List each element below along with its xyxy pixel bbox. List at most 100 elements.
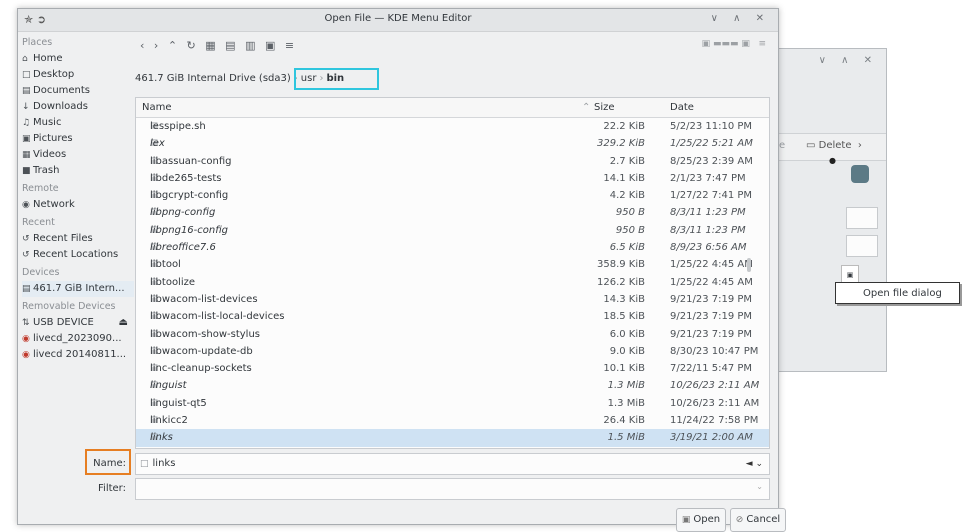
title-bar: ✯ ➲ Open File — KDE Menu Editor ∨ ∧ ✕ xyxy=(18,9,778,32)
compact-view-icon[interactable]: ▤ xyxy=(225,39,235,52)
file-size: 1.3 MiB xyxy=(607,380,645,392)
filter-dropdown-icon[interactable]: ⌄ xyxy=(756,482,763,491)
file-name-text: libgcrypt-config xyxy=(150,190,229,202)
file-icon: □ xyxy=(140,459,149,469)
place-downloads[interactable]: ↓ Downloads xyxy=(22,99,134,115)
recent-header: Recent xyxy=(22,217,55,228)
file-row[interactable]: ▤ linkicc2 26.4 KiB 11/24/22 7:58 PM xyxy=(136,412,769,429)
trash-icon: ■ xyxy=(22,166,31,176)
file-size: 18.5 KiB xyxy=(603,311,645,323)
forward-icon[interactable]: › xyxy=(154,39,158,52)
disc-icon: ◉ xyxy=(22,334,30,344)
file-row[interactable]: ▤ links 1.5 MiB 3/19/21 2:00 AM xyxy=(136,429,769,447)
file-date: 5/2/23 11:10 PM xyxy=(670,121,753,132)
file-list[interactable]: Name ⌃ Size Date ▤ lesspipe.sh 22.2 KiB 5/2… xyxy=(135,97,770,449)
detail-view-icon[interactable]: ▥ xyxy=(245,39,255,52)
file-size: 1.5 MiB xyxy=(607,432,645,444)
place-desktop[interactable]: □ Desktop xyxy=(22,67,134,83)
scrollbar-handle[interactable] xyxy=(747,258,751,272)
preview-icon[interactable]: ▣ xyxy=(265,39,275,52)
background-field[interactable] xyxy=(846,207,878,229)
file-name-text: libassuan-config xyxy=(150,155,232,167)
file-name-text: libwacom-update-db xyxy=(150,345,253,357)
place-trash[interactable]: ■ Trash xyxy=(22,163,134,179)
file-row[interactable]: ▤ libreoffice7.6 6.5 KiB 8/9/23 6:56 AM xyxy=(136,239,769,256)
file-row[interactable]: ▤ linguist-qt5 1.3 MiB 10/26/23 2:11 AM xyxy=(136,395,769,412)
open-button[interactable]: ▣ Open xyxy=(676,508,726,532)
place-usb-device[interactable]: ⇅ USB DEVICE ⏏ xyxy=(22,315,134,331)
file-row[interactable]: ▤ linguist 1.3 MiB 10/26/23 2:11 AM xyxy=(136,377,769,394)
place-network[interactable]: ◉ Network xyxy=(22,197,134,213)
file-name-text: libtool xyxy=(150,259,181,271)
eject-icon[interactable]: ⏏ xyxy=(119,315,128,331)
file-row[interactable]: ▤ libpng-config 950 B 8/3/11 1:23 PM xyxy=(136,204,769,221)
file-name-text: lex xyxy=(150,138,165,150)
file-row[interactable]: ▤ libtool 358.9 KiB 1/25/22 4:45 AM xyxy=(136,256,769,273)
breadcrumb-drive[interactable]: 461.7 GiB Internal Drive (sda3) xyxy=(135,73,291,84)
place-home[interactable]: ⌂ Home xyxy=(22,51,134,67)
file-date: 7/22/11 5:47 PM xyxy=(670,363,753,375)
file-row[interactable]: ▤ libwacom-show-stylus 6.0 KiB 9/21/23 7:19… xyxy=(136,326,769,343)
file-name-text: libpng16-config xyxy=(150,224,229,236)
place-label: 461.7 GiB Intern... xyxy=(33,283,125,294)
file-row[interactable]: ▤ libpng16-config 950 B 8/3/11 1:23 PM xyxy=(136,222,769,239)
clear-dropdown-icon[interactable]: ◄ ⌄ xyxy=(746,454,763,474)
file-size: 2.7 KiB xyxy=(609,155,645,167)
file-size: 6.5 KiB xyxy=(609,242,645,254)
window-controls[interactable]: ∨ ∧ ✕ xyxy=(711,13,770,24)
file-size: 950 B xyxy=(615,224,645,236)
place-pictures[interactable]: ▣ Pictures xyxy=(22,131,134,147)
cancel-button[interactable]: ⊘ Cancel xyxy=(730,508,786,532)
file-row[interactable]: ▤ libwacom-list-devices 14.3 KiB 9/21/23 7:… xyxy=(136,291,769,308)
icon-view-icon[interactable]: ▦ xyxy=(205,39,215,52)
reload-icon[interactable]: ↻ xyxy=(187,39,196,52)
zoom-controls[interactable]: ▣ ▬▬▬ ▣ ≡ xyxy=(702,39,766,49)
file-row[interactable]: ▤ lex 329.2 KiB 1/25/22 5:21 AM xyxy=(136,135,769,152)
file-row[interactable]: ▤ libassuan-config 2.7 KiB 8/25/23 2:39 AM xyxy=(136,153,769,170)
file-row[interactable]: ▤ libtoolize 126.2 KiB 1/25/22 4:45 AM xyxy=(136,274,769,291)
place-music[interactable]: ♫ Music xyxy=(22,115,134,131)
home-icon: ⌂ xyxy=(22,54,28,64)
place-videos[interactable]: ▦ Videos xyxy=(22,147,134,163)
file-name-text: linguist-qt5 xyxy=(150,397,207,409)
file-name-text: libpng-config xyxy=(150,207,216,219)
column-name[interactable]: Name xyxy=(142,98,172,117)
open-button-label: Open xyxy=(693,514,721,525)
sort-indicator-icon: ⌃ xyxy=(582,102,591,113)
filter-field[interactable]: ⌄ xyxy=(135,478,770,500)
options-icon[interactable]: ≡ xyxy=(285,39,294,52)
file-row[interactable]: ▤ libde265-tests 14.1 KiB 2/1/23 7:47 PM xyxy=(136,170,769,187)
file-row[interactable]: ▤ libwacom-list-local-devices 18.5 KiB 9/21… xyxy=(136,308,769,325)
up-icon[interactable]: ⌃ xyxy=(168,39,177,52)
open-file-dialog: ✯ ➲ Open File — KDE Menu Editor ∨ ∧ ✕ Pl… xyxy=(17,8,786,532)
cancel-icon: ⊘ xyxy=(735,515,744,525)
place-label: Documents xyxy=(33,85,91,96)
place-internal-drive[interactable]: ▤ 461.7 GiB Intern... xyxy=(22,281,134,297)
place-livecd-2[interactable]: ◉ livecd 20140811... xyxy=(22,347,134,363)
file-name-text: libtoolize xyxy=(150,276,196,288)
name-field[interactable]: □ links ◄ ⌄ xyxy=(135,453,770,475)
back-icon[interactable]: ‹ xyxy=(140,39,144,52)
disc-icon: ◉ xyxy=(22,350,30,360)
column-date[interactable]: Date xyxy=(670,98,694,117)
background-field[interactable] xyxy=(846,235,878,257)
background-window-controls[interactable]: ∨ ∧ ✕ xyxy=(819,55,878,66)
file-row[interactable]: ▤ libgcrypt-config 4.2 KiB 1/27/22 7:41 PM xyxy=(136,187,769,204)
background-delete-button[interactable]: ▭ Delete › xyxy=(806,140,862,151)
file-size: 26.4 KiB xyxy=(603,415,645,427)
file-row[interactable]: ▤ lesspipe.sh 22.2 KiB 5/2/23 11:10 PM xyxy=(136,118,769,135)
tooltip: Open file dialog xyxy=(835,282,960,304)
place-recent-files[interactable]: ↺ Recent Files xyxy=(22,231,134,247)
place-label: USB DEVICE xyxy=(33,317,94,328)
place-label: livecd 20140811... xyxy=(33,349,127,360)
file-row[interactable]: ▤ linc-cleanup-sockets 10.1 KiB 7/22/11 5:4… xyxy=(136,360,769,377)
file-row[interactable]: ▤ libwacom-update-db 9.0 KiB 8/30/23 10:47 … xyxy=(136,343,769,360)
file-name-text: libreoffice7.6 xyxy=(150,242,216,254)
place-documents[interactable]: ▤ Documents xyxy=(22,83,134,99)
app-icon[interactable] xyxy=(851,165,869,183)
column-size[interactable]: Size xyxy=(594,98,615,117)
place-recent-locations[interactable]: ↺ Recent Locations xyxy=(22,247,134,263)
place-livecd-1[interactable]: ◉ livecd_2023090... xyxy=(22,331,134,347)
file-size: 6.0 KiB xyxy=(609,328,645,340)
settings-icon[interactable]: ≡ xyxy=(758,39,766,49)
